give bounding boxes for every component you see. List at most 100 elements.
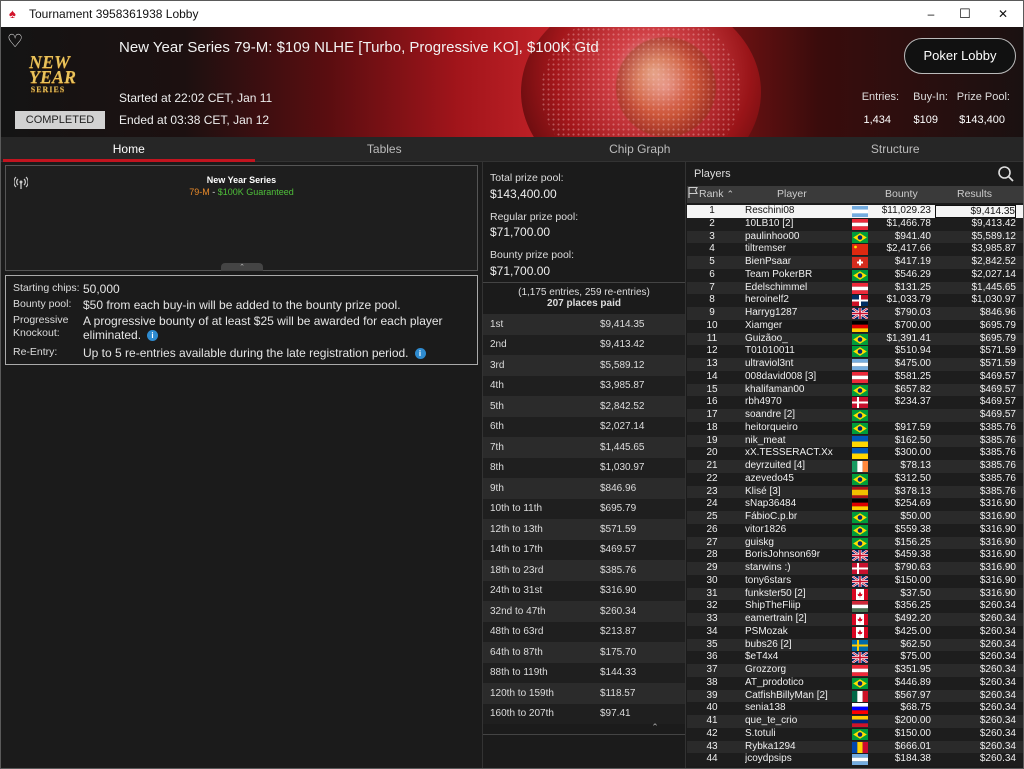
column-rank[interactable]: Rank ⌃ <box>699 188 734 200</box>
player-name: azevedo45 <box>745 472 794 484</box>
player-row[interactable]: 39 CatfishBillyMan [2] $567.97 $260.34 <box>687 689 1023 703</box>
starting-chips-value: 50,000 <box>83 282 120 296</box>
player-row[interactable]: 30 tony6stars $150.00 $316.90 <box>687 574 1023 588</box>
player-row[interactable]: 23 Klisé [3] $378.13 $385.76 <box>687 485 1023 499</box>
player-row[interactable]: 19 nik_meat $162.50 $385.76 <box>687 434 1023 448</box>
search-icon[interactable] <box>997 165 1015 183</box>
player-row[interactable]: 38 AT_prodotico $446.89 $260.34 <box>687 676 1023 690</box>
player-row[interactable]: 15 khalifaman00 $657.82 $469.57 <box>687 383 1023 397</box>
info-icon[interactable]: i <box>414 348 426 360</box>
payout-row: 8th $1,030.97 <box>483 457 685 478</box>
player-result: $260.34 <box>979 753 1016 765</box>
player-row[interactable]: 28 BorisJohnson69r $459.38 $316.90 <box>687 549 1023 562</box>
ch-flag-icon <box>852 257 868 268</box>
player-result: $3,985.87 <box>971 243 1017 255</box>
player-rank: 9 <box>709 307 715 318</box>
player-rank: 32 <box>706 600 718 612</box>
player-bounty: $131.25 <box>894 281 931 293</box>
player-bounty: $559.38 <box>894 523 931 535</box>
player-rank: 21 <box>706 460 718 471</box>
player-row[interactable]: 31 funkster50 [2] $37.50 $316.90 <box>687 587 1023 601</box>
player-row[interactable]: 16 rbh4970 $234.37 $469.57 <box>687 396 1023 409</box>
player-row[interactable]: 18 heitorqueiro $917.59 $385.76 <box>687 421 1023 435</box>
ve-flag-icon <box>852 716 868 727</box>
player-row[interactable]: 1 Reschini08 $11,029.23 $9,414.35 <box>687 205 1023 218</box>
player-name: $eT4x4 <box>745 651 779 663</box>
player-row[interactable]: 44 jcoydpsips $184.38 $260.34 <box>687 753 1023 766</box>
player-row[interactable]: 6 Team PokerBR $546.29 $2,027.14 <box>687 268 1023 282</box>
player-row[interactable]: 5 BienPsaar $417.19 $2,842.52 <box>687 256 1023 269</box>
poker-lobby-button[interactable]: Poker Lobby <box>904 38 1016 74</box>
tab-structure[interactable]: Structure <box>768 137 1024 161</box>
player-row[interactable]: 35 bubs26 [2] $62.50 $260.34 <box>687 638 1023 652</box>
player-result: $385.76 <box>979 485 1016 497</box>
player-row[interactable]: 3 paulinhoo00 $941.40 $5,589.12 <box>687 230 1023 244</box>
player-row[interactable]: 20 xX.TESSERACT.Xx $300.00 $385.76 <box>687 447 1023 460</box>
player-row[interactable]: 14 008david008 [3] $581.25 $469.57 <box>687 370 1023 384</box>
player-row[interactable]: 13 ultraviol3nt $475.00 $571.59 <box>687 358 1023 371</box>
payout-amount: $260.34 <box>600 605 637 617</box>
player-row[interactable]: 2 10LB10 [2] $1,466.78 $9,413.42 <box>687 217 1023 231</box>
tab-chip-graph[interactable]: Chip Graph <box>512 137 768 161</box>
player-result: $260.34 <box>979 715 1016 726</box>
at-flag-icon <box>852 218 868 230</box>
payout-place: 6th <box>490 421 504 433</box>
player-result: $316.90 <box>979 549 1016 561</box>
player-row[interactable]: 22 azevedo45 $312.50 $385.76 <box>687 472 1023 486</box>
payout-row: 12th to 13th $571.59 <box>483 519 685 540</box>
player-row[interactable]: 7 Edelschimmel $131.25 $1,445.65 <box>687 281 1023 295</box>
player-row[interactable]: 21 deyrzuited [4] $78.13 $385.76 <box>687 460 1023 473</box>
player-row[interactable]: 29 starwins :) $790.63 $316.90 <box>687 562 1023 575</box>
info-icon[interactable]: i <box>147 330 159 342</box>
br-flag-icon <box>852 410 868 421</box>
collapse-payouts-button[interactable]: ⌃ <box>645 722 665 734</box>
tab-tables[interactable]: Tables <box>257 137 513 161</box>
player-bounty: $666.01 <box>894 740 931 752</box>
player-bounty: $492.20 <box>894 613 931 624</box>
heart-icon[interactable]: ♡ <box>7 31 23 52</box>
player-row[interactable]: 43 Rybka1294 $666.01 $260.34 <box>687 740 1023 754</box>
player-row[interactable]: 41 que_te_crio $200.00 $260.34 <box>687 715 1023 728</box>
player-row[interactable]: 24 sNap36484 $254.69 $316.90 <box>687 498 1023 511</box>
player-row[interactable]: 27 guiskg $156.25 $316.90 <box>687 536 1023 550</box>
player-row[interactable]: 26 vitor1826 $559.38 $316.90 <box>687 523 1023 537</box>
player-name: jcoydpsips <box>745 753 792 765</box>
minimize-button[interactable]: – <box>913 1 949 27</box>
payout-amount: $469.57 <box>600 544 637 556</box>
player-row[interactable]: 11 Guizãoo_ $1,391.41 $695.79 <box>687 332 1023 346</box>
player-name: AT_prodotico <box>745 676 804 688</box>
tournament-title: New Year Series 79-M: $109 NLHE [Turbo, … <box>119 39 599 56</box>
tab-home[interactable]: Home <box>1 137 257 162</box>
player-row[interactable]: 9 Harryg1287 $790.03 $846.96 <box>687 307 1023 320</box>
player-result: $260.34 <box>979 625 1016 637</box>
player-row[interactable]: 42 S.totuli $150.00 $260.34 <box>687 727 1023 741</box>
collapse-card-button[interactable]: ⌃ <box>221 263 263 271</box>
player-row[interactable]: 37 Grozzorg $351.95 $260.34 <box>687 664 1023 677</box>
player-row[interactable]: 17 soandre [2] $469.57 <box>687 409 1023 422</box>
player-bounty: $446.89 <box>894 676 931 688</box>
player-result: $469.57 <box>979 370 1016 382</box>
player-bounty: $790.63 <box>894 562 931 573</box>
player-row[interactable]: 40 senia138 $68.75 $260.34 <box>687 702 1023 715</box>
player-result: $385.76 <box>979 472 1016 484</box>
column-player[interactable]: Player <box>777 188 807 200</box>
player-row[interactable]: 36 $eT4x4 $75.00 $260.34 <box>687 651 1023 664</box>
payout-row: 5th $2,842.52 <box>483 396 685 417</box>
close-button[interactable]: ✕ <box>985 1 1021 27</box>
player-row[interactable]: 12 T01010011 $510.94 $571.59 <box>687 345 1023 358</box>
player-row[interactable]: 10 Xiamger $700.00 $695.79 <box>687 319 1023 333</box>
player-row[interactable]: 34 PSMozak $425.00 $260.34 <box>687 625 1023 639</box>
player-row[interactable]: 4 tiltremser $2,417.66 $3,985.87 <box>687 243 1023 256</box>
column-results[interactable]: Results <box>957 188 992 200</box>
player-row[interactable]: 8 heroinelf2 $1,033.79 $1,030.97 <box>687 294 1023 307</box>
player-result: $260.34 <box>979 676 1016 688</box>
player-bounty: $200.00 <box>894 715 931 726</box>
player-row[interactable]: 32 ShipTheFliip $356.25 $260.34 <box>687 600 1023 613</box>
player-bounty: $300.00 <box>894 447 931 459</box>
player-row[interactable]: 25 FábioC.p.br $50.00 $316.90 <box>687 511 1023 524</box>
column-bounty[interactable]: Bounty <box>885 188 918 200</box>
flag-icon[interactable] <box>687 186 699 198</box>
player-row[interactable]: 33 eamertrain [2] $492.20 $260.34 <box>687 613 1023 626</box>
maximize-button[interactable]: ☐ <box>947 1 983 27</box>
bounty-prize-pool-value: $71,700.00 <box>490 264 551 278</box>
